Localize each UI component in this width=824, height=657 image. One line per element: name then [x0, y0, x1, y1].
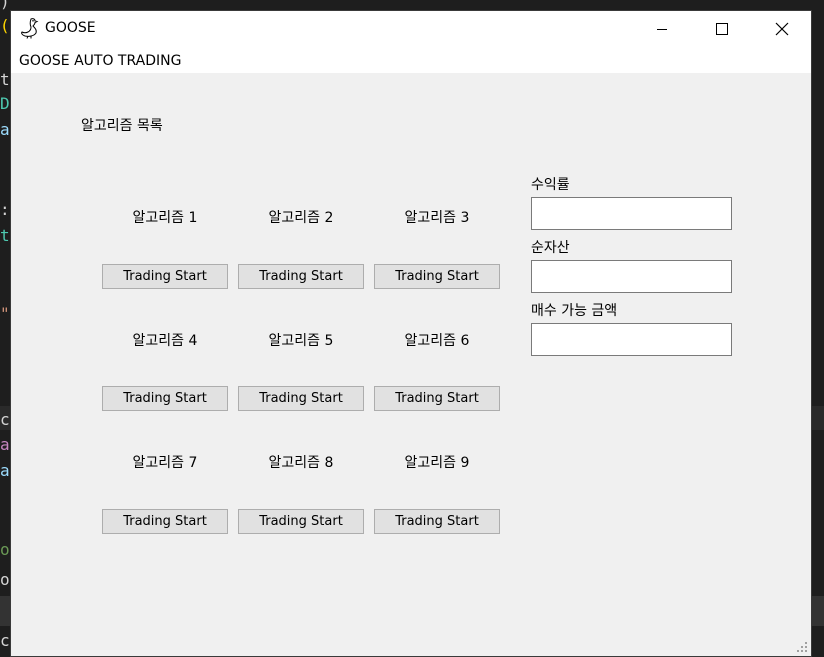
menu-goose-auto-trading[interactable]: GOOSE AUTO TRADING — [19, 53, 181, 69]
algorithm-label-9: 알고리즘 9 — [404, 455, 470, 471]
algorithm-label-6: 알고리즘 6 — [404, 333, 470, 349]
window-title: GOOSE — [45, 20, 96, 36]
trading-start-button-7[interactable]: Trading Start — [102, 509, 228, 534]
editor-char: c — [0, 631, 10, 650]
buying-power-label: 매수 가능 금액 — [531, 303, 618, 319]
trading-start-button-5[interactable]: Trading Start — [238, 386, 364, 411]
close-icon — [775, 22, 789, 36]
trading-start-button-9[interactable]: Trading Start — [374, 509, 500, 534]
algorithm-list-heading: 알고리즘 목록 — [81, 118, 163, 134]
resize-grip-icon[interactable] — [796, 641, 808, 653]
trading-start-button-8[interactable]: Trading Start — [238, 509, 364, 534]
editor-char: a — [0, 461, 10, 480]
goose-icon — [20, 17, 40, 39]
editor-char: ( — [0, 16, 10, 35]
buying-power-field[interactable] — [531, 323, 732, 356]
minimize-button[interactable] — [639, 11, 685, 47]
menu-bar: GOOSE AUTO TRADING — [11, 47, 811, 73]
trading-start-button-3[interactable]: Trading Start — [374, 264, 500, 289]
trading-start-button-4[interactable]: Trading Start — [102, 386, 228, 411]
maximize-button[interactable] — [699, 11, 745, 47]
main-panel: 알고리즘 목록 알고리즘 1 알고리즘 2 알고리즘 3 Trading Sta… — [11, 73, 811, 656]
algorithm-label-1: 알고리즘 1 — [132, 210, 198, 226]
return-rate-label: 수익률 — [531, 177, 570, 193]
editor-char: t — [0, 70, 10, 89]
editor-char: c — [0, 410, 10, 429]
editor-char: : — [0, 200, 10, 219]
algorithm-label-8: 알고리즘 8 — [268, 455, 334, 471]
editor-char: a — [0, 435, 10, 454]
net-assets-field[interactable] — [531, 260, 732, 293]
maximize-icon — [716, 23, 728, 35]
editor-char: o — [0, 540, 10, 559]
minimize-icon — [657, 29, 667, 30]
trading-start-button-6[interactable]: Trading Start — [374, 386, 500, 411]
editor-char: o — [0, 570, 10, 589]
editor-char: " — [0, 304, 10, 323]
algorithm-label-7: 알고리즘 7 — [132, 455, 198, 471]
net-assets-label: 순자산 — [531, 240, 570, 256]
editor-char: t — [0, 226, 10, 245]
editor-char: ) — [0, 0, 10, 11]
algorithm-label-5: 알고리즘 5 — [268, 333, 334, 349]
algorithm-label-2: 알고리즘 2 — [268, 210, 334, 226]
editor-char: a — [0, 120, 10, 139]
goose-window: GOOSE GOOSE AUTO TRADING 알고리즘 목록 알고리즘 1 … — [11, 11, 811, 656]
title-bar[interactable]: GOOSE — [11, 11, 811, 47]
trading-start-button-2[interactable]: Trading Start — [238, 264, 364, 289]
algorithm-label-4: 알고리즘 4 — [132, 333, 198, 349]
algorithm-label-3: 알고리즘 3 — [404, 210, 470, 226]
close-button[interactable] — [759, 11, 805, 47]
return-rate-field[interactable] — [531, 197, 732, 230]
editor-char: D — [0, 94, 10, 113]
trading-start-button-1[interactable]: Trading Start — [102, 264, 228, 289]
